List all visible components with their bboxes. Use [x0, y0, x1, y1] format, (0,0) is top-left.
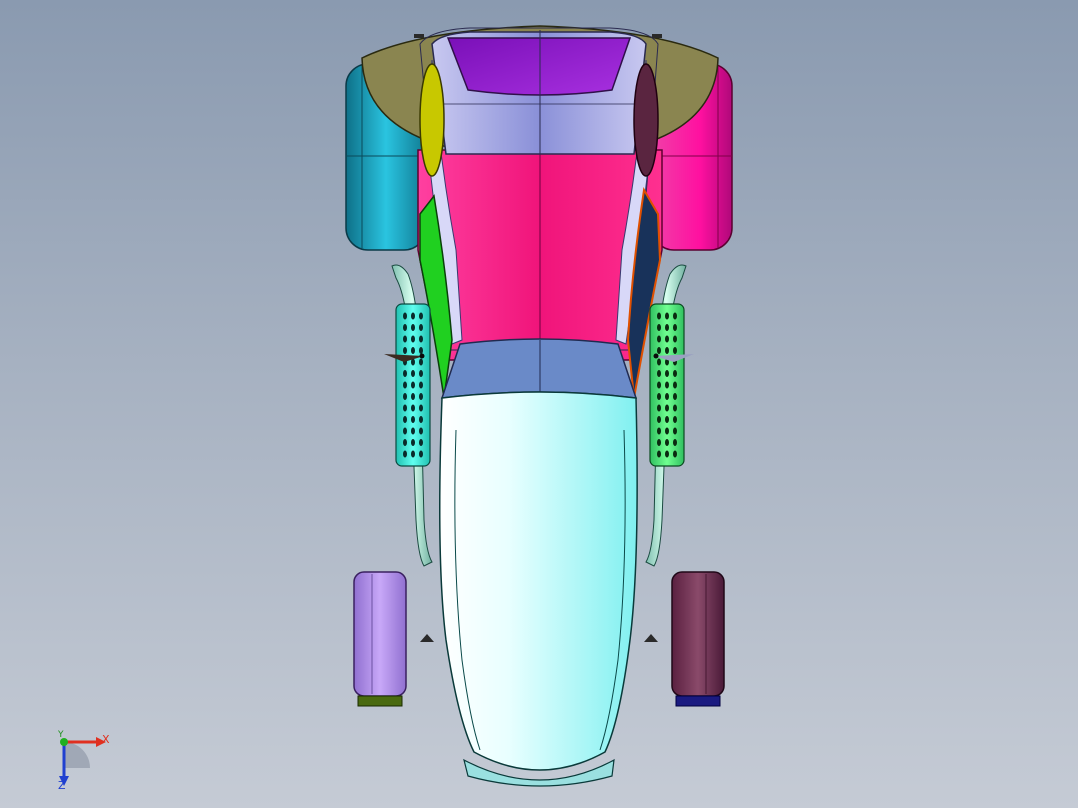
- right-mount-dot: [653, 353, 659, 359]
- muffler-hole: [411, 416, 415, 423]
- muffler-hole: [665, 439, 669, 446]
- muffler-hole: [665, 393, 669, 400]
- axis-y-label: Y: [58, 730, 64, 740]
- muffler-hole: [673, 393, 677, 400]
- front-windshield[interactable]: [440, 338, 638, 399]
- muffler-hole: [403, 404, 407, 412]
- canopy-top[interactable]: [446, 37, 632, 96]
- muffler-hole: [411, 439, 415, 446]
- muffler-hole: [403, 312, 407, 320]
- nose[interactable]: [439, 391, 638, 771]
- muffler-hole: [411, 370, 415, 377]
- muffler-hole: [657, 427, 661, 435]
- muffler-hole: [673, 312, 677, 320]
- muffler-hole: [665, 381, 669, 389]
- muffler-hole: [673, 427, 677, 435]
- muffler-hole: [673, 370, 677, 377]
- left-muffler[interactable]: [395, 303, 431, 467]
- 3d-viewport[interactable]: X Y Z: [0, 0, 1078, 808]
- axis-x-label: X: [102, 733, 110, 746]
- muffler-hole: [657, 312, 661, 320]
- muffler-hole: [419, 450, 423, 458]
- muffler-hole: [411, 393, 415, 400]
- muffler-hole: [403, 450, 407, 458]
- left-rear-window[interactable]: [419, 63, 445, 177]
- muffler-hole: [673, 416, 677, 423]
- muffler-hole: [657, 381, 661, 389]
- muffler-hole: [403, 335, 407, 343]
- muffler-hole: [419, 416, 423, 423]
- muffler-hole: [665, 324, 669, 331]
- top-left-tick: [414, 34, 424, 38]
- muffler-hole: [657, 439, 661, 446]
- muffler-hole: [411, 335, 415, 343]
- muffler-hole: [673, 450, 677, 458]
- muffler-hole: [673, 439, 677, 446]
- muffler-hole: [419, 347, 423, 354]
- muffler-hole: [665, 335, 669, 343]
- muffler-hole: [657, 404, 661, 412]
- muffler-hole: [419, 335, 423, 343]
- right-muffler[interactable]: [649, 303, 685, 467]
- muffler-hole: [657, 370, 661, 377]
- muffler-hole: [657, 347, 661, 354]
- muffler-hole: [403, 427, 407, 435]
- muffler-hole: [419, 358, 423, 366]
- top-right-tick: [652, 34, 662, 38]
- muffler-hole: [657, 358, 661, 366]
- muffler-hole: [673, 404, 677, 412]
- front-left-wheel[interactable]: [353, 571, 407, 707]
- muffler-hole: [403, 439, 407, 446]
- right-rear-window[interactable]: [633, 63, 659, 177]
- muffler-hole: [673, 347, 677, 354]
- muffler-hole: [403, 393, 407, 400]
- right-small-marker: [644, 634, 658, 642]
- muffler-hole: [657, 416, 661, 423]
- left-small-marker: [420, 634, 434, 642]
- muffler-hole: [657, 324, 661, 331]
- muffler-hole: [411, 381, 415, 389]
- muffler-hole: [419, 312, 423, 320]
- muffler-hole: [403, 370, 407, 377]
- muffler-hole: [411, 450, 415, 458]
- muffler-hole: [411, 324, 415, 331]
- muffler-hole: [665, 347, 669, 354]
- muffler-hole: [657, 335, 661, 343]
- muffler-hole: [419, 370, 423, 377]
- muffler-hole: [665, 427, 669, 435]
- muffler-hole: [673, 335, 677, 343]
- muffler-hole: [419, 324, 423, 331]
- coordinate-triad: X Y Z: [40, 728, 120, 798]
- muffler-hole: [403, 347, 407, 354]
- muffler-hole: [665, 450, 669, 458]
- car-model[interactable]: [0, 0, 1078, 808]
- muffler-hole: [411, 312, 415, 320]
- muffler-hole: [665, 312, 669, 320]
- muffler-hole: [657, 450, 661, 458]
- muffler-hole: [411, 404, 415, 412]
- axis-z-label: Z: [58, 779, 66, 792]
- muffler-hole: [419, 427, 423, 435]
- muffler-hole: [411, 347, 415, 354]
- muffler-hole: [665, 370, 669, 377]
- front-right-wheel[interactable]: [671, 571, 725, 707]
- muffler-hole: [665, 404, 669, 412]
- muffler-hole: [657, 393, 661, 400]
- muffler-hole: [419, 381, 423, 389]
- muffler-hole: [419, 404, 423, 412]
- muffler-hole: [403, 324, 407, 331]
- muffler-hole: [419, 393, 423, 400]
- muffler-hole: [665, 416, 669, 423]
- muffler-hole: [403, 416, 407, 423]
- muffler-hole: [673, 324, 677, 331]
- muffler-hole: [411, 427, 415, 435]
- muffler-hole: [403, 381, 407, 389]
- muffler-hole: [673, 381, 677, 389]
- muffler-hole: [419, 439, 423, 446]
- left-mount-dot: [419, 353, 425, 359]
